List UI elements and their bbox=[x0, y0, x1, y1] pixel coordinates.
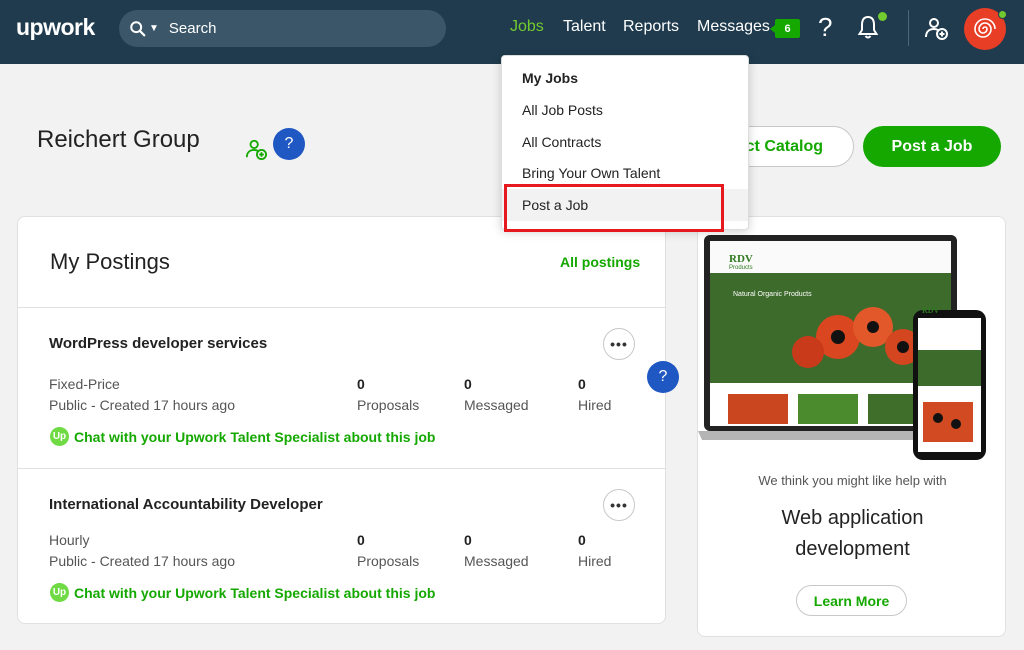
learn-more-button[interactable]: Learn More bbox=[796, 585, 907, 616]
hired-label: Hired bbox=[578, 397, 612, 413]
help-icon[interactable]: ? bbox=[818, 12, 832, 43]
heading-line-2: development bbox=[795, 538, 910, 560]
post-a-job-button[interactable]: Post a Job bbox=[863, 126, 1001, 167]
proposals-count: 0 bbox=[357, 376, 365, 392]
card-title: My Postings bbox=[50, 249, 170, 274]
add-user-icon[interactable] bbox=[924, 16, 948, 40]
mockup-banner: Natural Organic Products bbox=[733, 291, 812, 298]
menu-item-all-contracts[interactable]: All Contracts bbox=[502, 126, 748, 158]
mockup-brand-sub: Products bbox=[729, 265, 753, 271]
chat-link-label: Chat with your Upwork Talent Specialist … bbox=[74, 584, 436, 601]
upwork-up-icon: Up bbox=[50, 583, 69, 602]
more-options-button[interactable]: ••• bbox=[603, 489, 635, 521]
messaged-count: 0 bbox=[464, 532, 472, 548]
my-postings-card: My Postings All postings WordPress devel… bbox=[17, 216, 666, 624]
company-name: Reichert Group bbox=[37, 126, 200, 153]
messaged-label: Messaged bbox=[464, 397, 529, 413]
hired-label: Hired bbox=[578, 553, 612, 569]
search-icon bbox=[130, 20, 146, 36]
proposals-label: Proposals bbox=[357, 397, 420, 413]
chat-specialist-link[interactable]: Up Chat with your Upwork Talent Speciali… bbox=[50, 583, 435, 602]
posting-type: Hourly bbox=[49, 532, 90, 548]
header-divider bbox=[908, 10, 909, 46]
notification-dot bbox=[878, 12, 887, 21]
more-options-button[interactable]: ••• bbox=[603, 328, 635, 360]
mockup-brand: RDV bbox=[729, 253, 753, 265]
floating-help-button[interactable]: ? bbox=[647, 361, 679, 393]
upwork-up-icon: Up bbox=[50, 427, 69, 446]
messaged-count: 0 bbox=[464, 376, 472, 392]
help-button[interactable]: ? bbox=[273, 128, 305, 160]
nav-jobs[interactable]: Jobs bbox=[510, 18, 544, 36]
mockup-phone-brand: RDV bbox=[922, 306, 940, 315]
nav-messages[interactable]: Messages bbox=[697, 18, 770, 36]
online-status-dot bbox=[998, 10, 1007, 19]
posting-type: Fixed-Price bbox=[49, 376, 120, 392]
proposals-count: 0 bbox=[357, 532, 365, 548]
messages-count-badge: 6 bbox=[770, 19, 800, 38]
recommendation-intro: We think you might like help with bbox=[758, 473, 947, 488]
posting-title[interactable]: International Accountability Developer bbox=[49, 496, 323, 513]
recommendation-heading: Web application development bbox=[738, 503, 967, 565]
upwork-logo[interactable]: upwork bbox=[16, 14, 95, 41]
divider bbox=[18, 307, 665, 308]
nav-talent[interactable]: Talent bbox=[563, 18, 606, 36]
all-postings-link[interactable]: All postings bbox=[560, 254, 640, 270]
chevron-down-icon[interactable]: ▼ bbox=[149, 23, 159, 34]
highlight-box bbox=[504, 184, 724, 232]
proposals-label: Proposals bbox=[357, 553, 420, 569]
chat-specialist-link[interactable]: Up Chat with your Upwork Talent Speciali… bbox=[50, 427, 435, 446]
posting-visibility: Public - Created 17 hours ago bbox=[49, 397, 235, 413]
search-input[interactable]: ▼ Search bbox=[119, 10, 446, 47]
search-placeholder: Search bbox=[168, 20, 217, 37]
menu-item-all-job-posts[interactable]: All Job Posts bbox=[502, 94, 748, 126]
heading-line-1: Web application bbox=[781, 507, 924, 529]
chat-link-label: Chat with your Upwork Talent Specialist … bbox=[74, 428, 436, 445]
posting-visibility: Public - Created 17 hours ago bbox=[49, 553, 235, 569]
add-user-icon[interactable] bbox=[245, 138, 267, 160]
divider bbox=[18, 468, 665, 469]
hired-count: 0 bbox=[578, 532, 586, 548]
bell-icon[interactable] bbox=[856, 14, 880, 40]
posting-title[interactable]: WordPress developer services bbox=[49, 335, 267, 352]
nav-reports[interactable]: Reports bbox=[623, 18, 679, 36]
recommendation-card: RDV Products Natural Organic Products RD… bbox=[697, 216, 1006, 637]
messaged-label: Messaged bbox=[464, 553, 529, 569]
hired-count: 0 bbox=[578, 376, 586, 392]
menu-item-my-jobs[interactable]: My Jobs bbox=[502, 62, 748, 94]
